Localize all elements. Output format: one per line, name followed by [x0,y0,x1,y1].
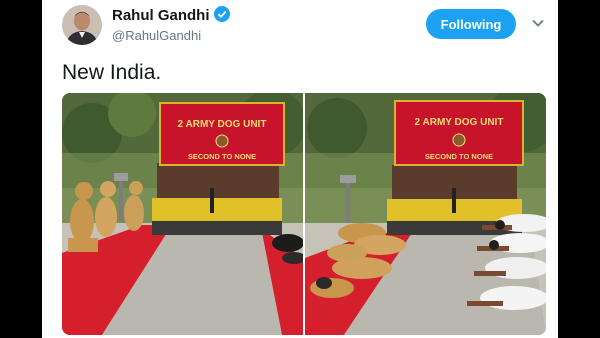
sign-line1-left: 2 ARMY DOG UNIT [178,119,267,130]
sign-line2-right: SECOND TO NONE [425,152,493,161]
media-photo-left[interactable]: 2 ARMY DOG UNIT SECOND TO NONE [62,93,306,335]
media-photos: 2 ARMY DOG UNIT SECOND TO NONE 2 ARMY DO… [62,93,546,335]
sign-line2-left: SECOND TO NONE [188,152,256,161]
avatar[interactable] [62,5,102,45]
tweet-card: Rahul Gandhi @RahulGandhi Following New … [42,0,558,338]
author-handle[interactable]: @RahulGandhi [112,28,201,43]
author-name-row[interactable]: Rahul Gandhi [112,6,230,26]
author-name[interactable]: Rahul Gandhi [112,7,210,24]
sign-line1-right: 2 ARMY DOG UNIT [415,117,504,128]
chevron-down-icon[interactable] [531,16,545,30]
verified-badge-icon [213,6,230,26]
profile-photo-icon [62,5,102,45]
media-photo-right[interactable]: 2 ARMY DOG UNIT SECOND TO NONE [305,93,546,335]
tweet-text: New India. [62,61,162,84]
following-button[interactable]: Following [426,9,516,39]
tweet-media[interactable]: 2 ARMY DOG UNIT SECOND TO NONE 2 ARMY DO… [62,93,546,335]
